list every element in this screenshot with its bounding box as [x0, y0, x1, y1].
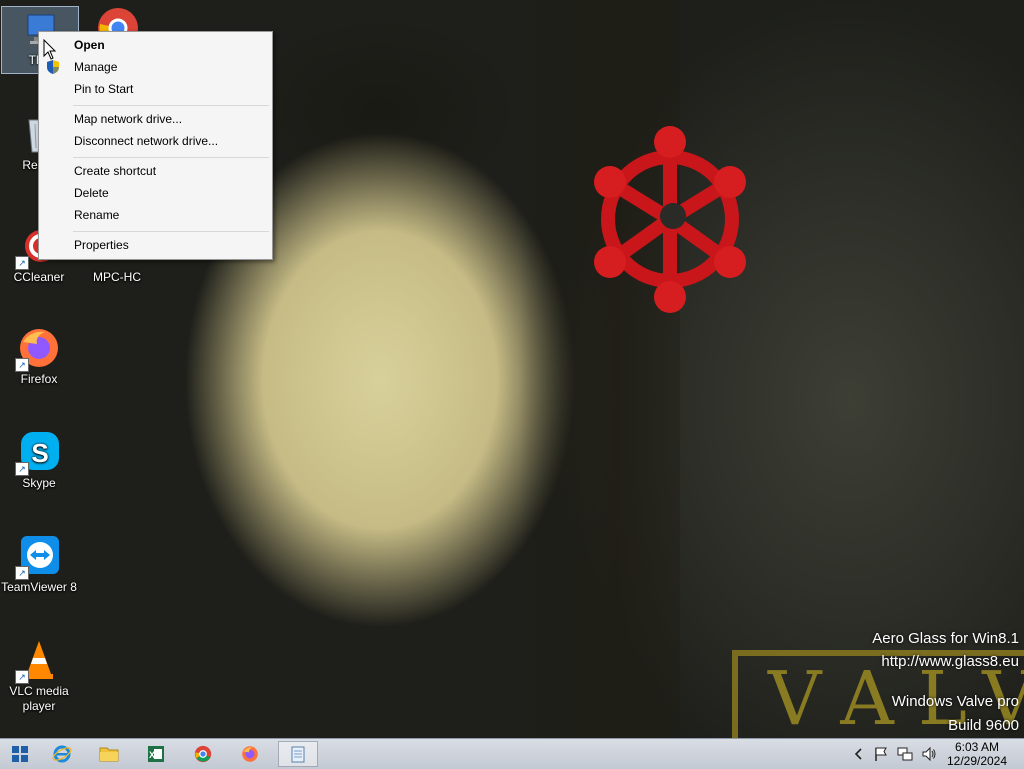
menu-separator: [73, 231, 269, 232]
taskbar-clock[interactable]: 6:03 AM 12/29/2024: [942, 740, 1012, 768]
start-button[interactable]: [0, 741, 40, 767]
shortcut-arrow-icon: ↗: [15, 358, 29, 372]
start-icon: [12, 746, 28, 762]
desktop-icon-label: Firefox: [20, 372, 58, 386]
menu-item-rename[interactable]: Rename: [74, 204, 119, 226]
menu-item-create-shortcut[interactable]: Create shortcut: [74, 160, 156, 182]
menu-item-disconnect-network-drive[interactable]: Disconnect network drive...: [74, 130, 218, 152]
internet-explorer-icon: [52, 745, 72, 763]
taskbar-notepad[interactable]: [278, 741, 318, 767]
taskbar: X 6:03 AM 12/29/2024: [0, 738, 1024, 769]
shortcut-arrow-icon: ↗: [15, 256, 29, 270]
red-valve-handle: [594, 126, 746, 313]
mouse-cursor-icon: [43, 39, 57, 60]
clock-time: 6:03 AM: [954, 740, 1000, 754]
network-icon[interactable]: [897, 746, 913, 762]
taskbar-excel[interactable]: X: [136, 741, 176, 767]
uac-shield-icon: [47, 60, 59, 74]
watermark-line-4: Build 9600: [948, 717, 1019, 734]
taskbar-internet-explorer[interactable]: [42, 741, 82, 767]
menu-separator: [73, 157, 269, 158]
context-menu: Open Manage Pin to Start Map network dri…: [38, 31, 273, 260]
menu-item-open[interactable]: Open: [74, 34, 105, 56]
desktop-icon-label: CCleaner: [13, 270, 65, 284]
action-center-flag-icon[interactable]: [873, 746, 889, 762]
show-hidden-icons-chevron[interactable]: [851, 746, 867, 762]
desktop-icon-label: player: [22, 699, 56, 713]
excel-icon: X: [148, 746, 164, 762]
vlc-icon: ↗: [15, 638, 61, 684]
taskbar-chrome[interactable]: [183, 741, 223, 767]
watermark-line-1: Aero Glass for Win8.1: [872, 630, 1019, 647]
volume-icon[interactable]: [921, 746, 937, 762]
desktop-icon-teamviewer[interactable]: ↗ TeamViewer 8: [1, 534, 77, 595]
watermark-line-2: http://www.glass8.eu: [881, 653, 1019, 670]
desktop-icon-firefox[interactable]: ↗ Firefox: [1, 326, 77, 387]
firefox-icon: [242, 746, 258, 762]
desktop-icon-label: TeamViewer 8: [1, 580, 77, 594]
menu-item-manage[interactable]: Manage: [74, 56, 117, 78]
svg-text:X: X: [149, 750, 155, 760]
desktop-icon-skype[interactable]: S ↗ Skype: [1, 430, 77, 491]
wallpaper-shadow: [520, 0, 680, 738]
taskbar-firefox[interactable]: [230, 741, 270, 767]
desktop-icon-label: MPC-HC: [93, 270, 141, 284]
menu-item-delete[interactable]: Delete: [74, 182, 109, 204]
watermark-line-3: Windows Valve pro: [891, 693, 1019, 710]
menu-item-pin-to-start[interactable]: Pin to Start: [74, 78, 133, 100]
shortcut-arrow-icon: ↗: [15, 566, 29, 580]
chrome-icon: [194, 745, 212, 763]
svg-text:S: S: [31, 438, 48, 468]
skype-icon: S ↗: [15, 430, 61, 476]
shortcut-arrow-icon: ↗: [15, 462, 29, 476]
firefox-icon: ↗: [15, 326, 61, 372]
notepad-icon: [291, 746, 305, 763]
desktop-icon-vlc[interactable]: ↗ VLC media player: [1, 638, 77, 714]
desktop-icon-label: VLC media: [9, 684, 69, 698]
menu-item-properties[interactable]: Properties: [74, 234, 129, 256]
menu-separator: [73, 105, 269, 106]
file-explorer-icon: [99, 747, 119, 762]
taskbar-file-explorer[interactable]: [89, 741, 129, 767]
teamviewer-icon: ↗: [15, 534, 61, 580]
clock-date: 12/29/2024: [946, 754, 1008, 768]
menu-item-map-network-drive[interactable]: Map network drive...: [74, 108, 182, 130]
desktop-icon-label: Skype: [22, 476, 56, 490]
shortcut-arrow-icon: ↗: [15, 670, 29, 684]
